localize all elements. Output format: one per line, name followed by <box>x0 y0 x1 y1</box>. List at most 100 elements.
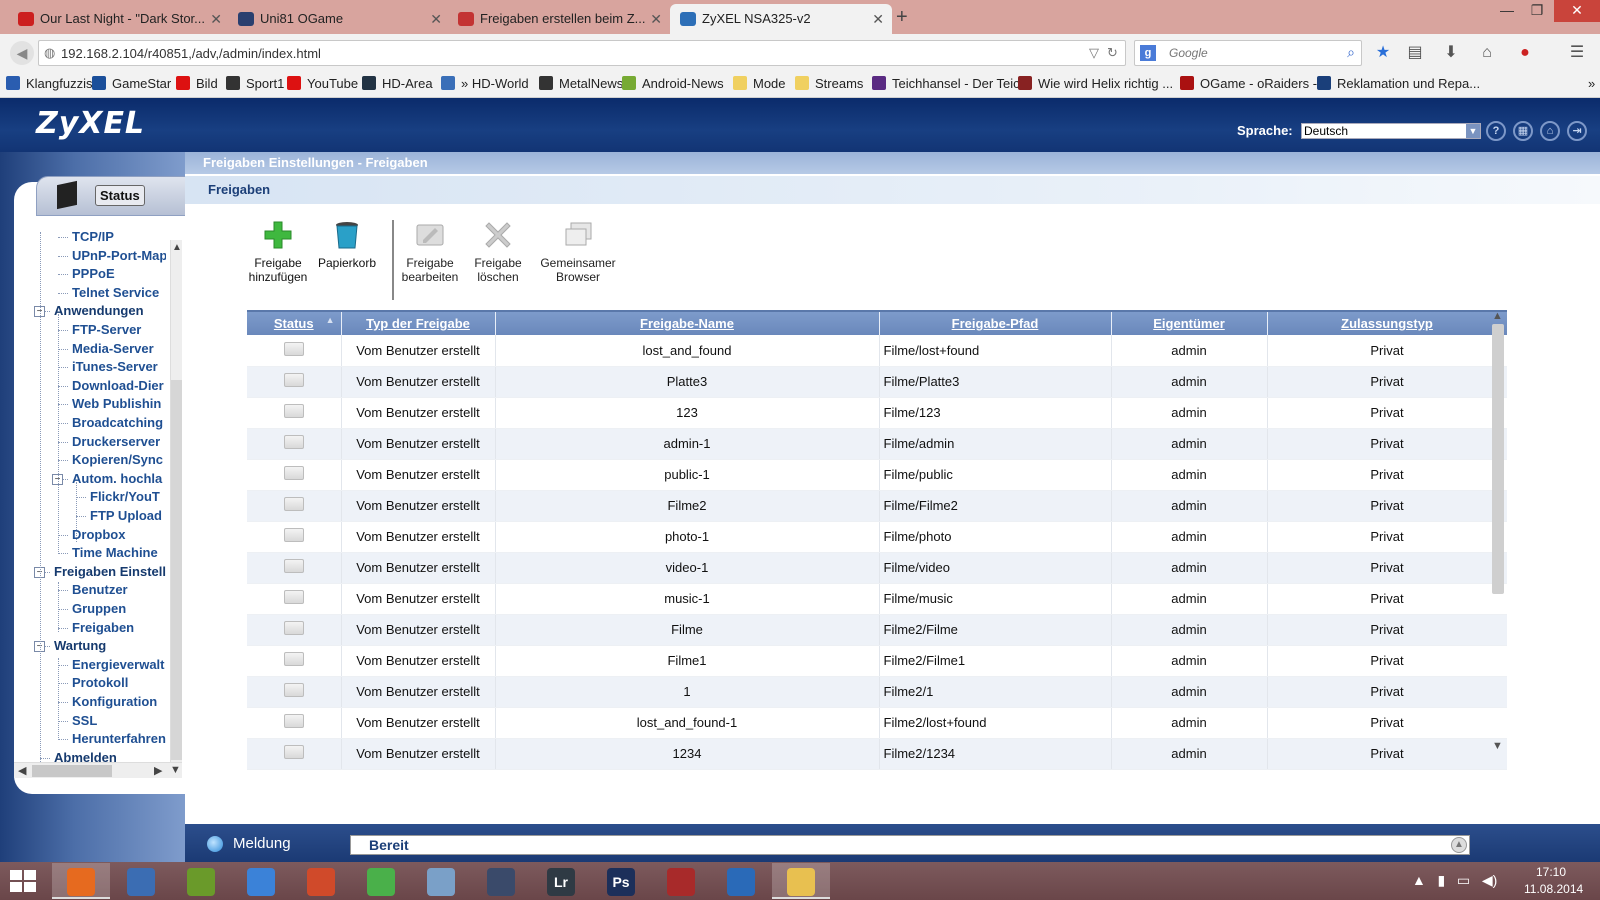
scroll-left-icon[interactable]: ◀ <box>18 764 26 777</box>
sidebar-horizontal-scrollbar[interactable]: ◀ ▶ ▼ <box>14 762 182 778</box>
sidebar-item[interactable]: Freigaben Einstell <box>54 564 166 579</box>
taskbar-app-app-green[interactable] <box>172 863 230 899</box>
sidebar-item[interactable]: Dropbox <box>72 527 125 542</box>
sidebar-item[interactable]: Freigaben <box>72 620 134 635</box>
home-icon[interactable]: ⌂ <box>1476 42 1498 64</box>
clock-date[interactable]: 11.08.2014 <box>1524 882 1583 896</box>
table-row[interactable]: Vom Benutzer erstellt 123 Filme/123 admin Pr… <box>247 397 1507 429</box>
taskbar-app-app-pen[interactable] <box>292 863 350 899</box>
sidebar-item[interactable]: Telnet Service <box>72 285 159 300</box>
logout-icon[interactable]: ⇥ <box>1567 121 1587 141</box>
windows-start-icon[interactable] <box>10 870 38 894</box>
chevron-down-icon[interactable]: ▼ <box>1466 124 1480 138</box>
scrollbar-thumb[interactable] <box>32 765 112 777</box>
new-tab-icon[interactable]: + <box>896 4 908 30</box>
bookmark-item[interactable]: YouTube <box>287 76 358 91</box>
trash-button[interactable]: Papierkorb <box>315 220 379 270</box>
table-row[interactable]: Vom Benutzer erstellt Platte3 Filme/Platte… <box>247 366 1507 398</box>
sidebar-item[interactable]: Energieverwalt <box>72 657 165 672</box>
close-icon[interactable]: ✕ <box>210 4 222 34</box>
table-row[interactable]: Vom Benutzer erstellt video-1 Filme/video a… <box>247 552 1507 584</box>
bookmark-item[interactable]: MetalNews <box>539 76 623 91</box>
column-header-name[interactable]: Freigabe-Name <box>495 310 880 335</box>
taskbar-app-app-file[interactable] <box>412 863 470 899</box>
taskbar-app-explorer[interactable] <box>772 863 830 899</box>
close-icon[interactable]: ✕ <box>650 4 662 34</box>
table-row[interactable]: Vom Benutzer erstellt lost_and_found Filme… <box>247 335 1507 367</box>
table-vertical-scrollbar[interactable]: ▲ ▼ <box>1490 310 1506 900</box>
delete-share-button[interactable]: Freigabe löschen <box>467 220 529 284</box>
taskbar-app-lightroom[interactable]: Lr <box>532 863 590 899</box>
table-row[interactable]: Vom Benutzer erstellt 1 Filme2/1 admin Priva… <box>247 676 1507 708</box>
bookmark-item[interactable]: OGame - oRaiders - <box>1180 76 1317 91</box>
table-row[interactable]: Vom Benutzer erstellt music-1 Filme/music a… <box>247 583 1507 615</box>
sidebar-item[interactable]: FTP-Server <box>72 322 141 337</box>
tab-zyxel-nsa325[interactable]: ZyXEL NSA325-v2 ✕ <box>670 4 892 34</box>
status-tab[interactable]: Status <box>36 176 185 216</box>
adblock-icon[interactable]: ● <box>1514 42 1536 64</box>
sidebar-item[interactable]: Protokoll <box>72 675 128 690</box>
sidebar-item[interactable]: Download-Dier <box>72 378 164 393</box>
sidebar-item[interactable]: Autom. hochla <box>72 471 162 486</box>
table-row[interactable]: Vom Benutzer erstellt 1234 Filme2/1234 admi… <box>247 738 1507 770</box>
tab-uni81-ogame[interactable]: Uni81 OGame ✕ <box>228 4 450 34</box>
clear-message-icon[interactable]: ▲ <box>1451 837 1467 853</box>
window-close-icon[interactable]: ✕ <box>1554 0 1600 22</box>
bookmark-item[interactable]: Teichhansel - Der Teic... <box>872 76 1031 91</box>
shared-browser-button[interactable]: Gemeinsamer Browser <box>535 220 621 284</box>
taskbar-app-app-man[interactable] <box>352 863 410 899</box>
google-icon[interactable]: g <box>1140 45 1156 61</box>
sidebar-item[interactable]: Anwendungen <box>54 303 144 318</box>
sidebar-item[interactable]: FTP Upload <box>90 508 162 523</box>
table-row[interactable]: Vom Benutzer erstellt lost_and_found-1 Fil… <box>247 707 1507 739</box>
sidebar-item[interactable]: Gruppen <box>72 601 126 616</box>
bookmark-star-icon[interactable]: ★ <box>1372 42 1394 64</box>
table-row[interactable]: Vom Benutzer erstellt public-1 Filme/publi… <box>247 459 1507 491</box>
menu-icon[interactable]: ☰ <box>1566 42 1588 64</box>
sidebar-item[interactable]: Flickr/YouT <box>90 489 160 504</box>
search-box[interactable]: g Google ⌕ <box>1134 40 1362 66</box>
bookmark-item[interactable]: Reklamation und Repa... <box>1317 76 1480 91</box>
scrollbar-thumb[interactable] <box>1492 324 1504 594</box>
table-row[interactable]: Vom Benutzer erstellt Filme Filme2/Filme ad… <box>247 614 1507 646</box>
bookmark-item[interactable]: Mode <box>733 76 786 91</box>
volume-icon[interactable]: ◀) <box>1482 872 1497 888</box>
sidebar-item[interactable]: Herunterfahren <box>72 731 166 746</box>
sitemap-icon[interactable]: ▦ <box>1513 121 1533 141</box>
sidebar-item[interactable]: Wartung <box>54 638 106 653</box>
bookmark-item[interactable]: Klangfuzzis <box>6 76 92 91</box>
minimize-icon[interactable]: — <box>1490 0 1524 22</box>
taskbar-app-firefox[interactable] <box>52 863 110 899</box>
table-row[interactable]: Vom Benutzer erstellt Filme1 Filme2/Filme1… <box>247 645 1507 677</box>
sidebar-item[interactable]: Time Machine <box>72 545 158 560</box>
edit-share-button[interactable]: Freigabe bearbeiten <box>397 220 463 284</box>
sidebar-item[interactable]: UPnP-Port-Map <box>72 248 166 263</box>
column-header-owner[interactable]: Eigentümer <box>1111 310 1268 335</box>
home-icon[interactable]: ⌂ <box>1540 121 1560 141</box>
overflow-chevron-icon[interactable]: » <box>1588 76 1595 91</box>
bookmarks-list-icon[interactable]: ▤ <box>1404 42 1426 64</box>
reload-icon[interactable]: ↻ <box>1107 45 1118 61</box>
tab-freigaben-erstellen[interactable]: Freigaben erstellen beim Z... ✕ <box>448 4 670 34</box>
language-select[interactable]: Deutsch ▼ <box>1301 123 1481 139</box>
sidebar-item[interactable]: PPPoE <box>72 266 115 281</box>
close-icon[interactable]: ✕ <box>872 4 884 34</box>
sidebar-item[interactable]: TCP/IP <box>72 232 114 244</box>
taskbar-app-app-red[interactable] <box>652 863 710 899</box>
table-row[interactable]: Vom Benutzer erstellt photo-1 Filme/photo a… <box>247 521 1507 553</box>
sidebar-item[interactable]: SSL <box>72 713 97 728</box>
help-icon[interactable]: ? <box>1486 121 1506 141</box>
scroll-up-icon[interactable]: ▲ <box>1492 310 1503 322</box>
sidebar-item[interactable]: Benutzer <box>72 582 128 597</box>
address-bar[interactable]: ◍ 192.168.2.104/r40851,/adv,/admin/index… <box>38 40 1126 66</box>
back-arrow-icon[interactable]: ◀ <box>10 41 34 65</box>
sidebar-item[interactable]: Media-Server <box>72 341 154 356</box>
network-icon[interactable]: ▭ <box>1457 872 1470 888</box>
taskbar-app-app-blue-disc[interactable] <box>232 863 290 899</box>
dropdown-arrow-icon[interactable]: ▽ <box>1089 45 1099 61</box>
scroll-down-icon[interactable]: ▼ <box>1492 740 1503 752</box>
search-icon[interactable]: ⌕ <box>1347 44 1355 61</box>
bookmark-item[interactable]: Streams <box>795 76 863 91</box>
sidebar-item[interactable]: Druckerserver <box>72 434 160 449</box>
scrollbar-thumb[interactable] <box>171 380 182 760</box>
